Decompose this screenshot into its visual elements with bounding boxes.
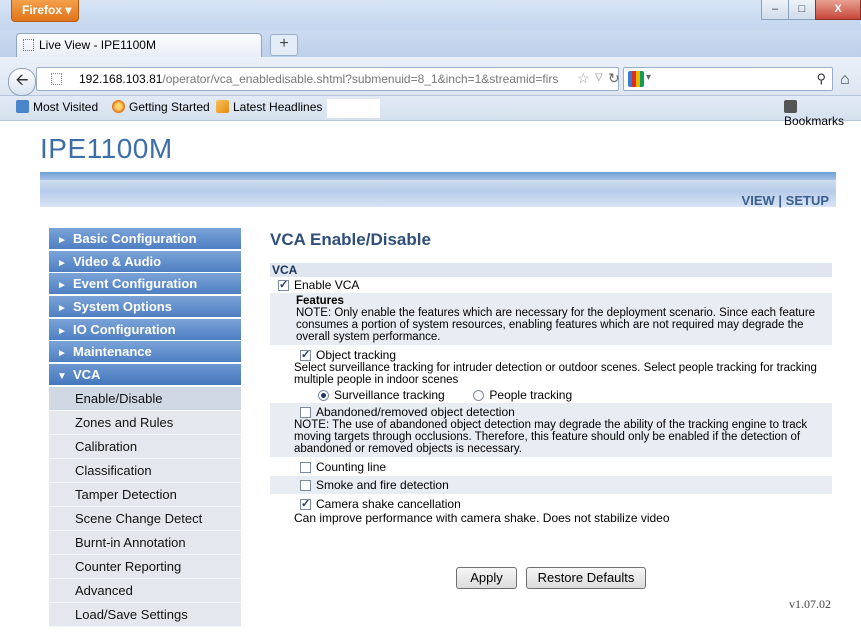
rss-feed-icon xyxy=(216,100,229,113)
submenu-enable-disable[interactable]: Enable/Disable xyxy=(49,386,241,411)
search-engine-icon[interactable] xyxy=(628,71,644,87)
firefox-icon xyxy=(112,100,125,113)
submenu-tamper-detection[interactable]: Tamper Detection xyxy=(49,482,241,507)
camera-shake-checkbox[interactable] xyxy=(300,497,311,510)
abandoned-object-checkbox[interactable] xyxy=(300,407,311,418)
url-history-dropdown-icon[interactable]: ▽ xyxy=(595,72,603,83)
enable-vca-label: Enable VCA xyxy=(294,278,360,292)
close-button[interactable]: X xyxy=(815,0,861,20)
submenu-load-save-settings[interactable]: Load/Save Settings xyxy=(49,602,241,627)
submenu-calibration[interactable]: Calibration xyxy=(49,434,241,459)
object-tracking-description: Select surveillance tracking for intrude… xyxy=(294,362,817,386)
submenu-advanced[interactable]: Advanced xyxy=(49,578,241,603)
search-bar[interactable]: ▾ ⚲ xyxy=(623,67,833,91)
header-band-highlight xyxy=(40,172,836,180)
submenu-counter-reporting[interactable]: Counter Reporting xyxy=(49,554,241,579)
enable-vca-checkbox[interactable] xyxy=(278,278,289,291)
abandoned-object-note: NOTE: The use of abandoned object detect… xyxy=(294,419,808,455)
url-text: 192.168.103.81/operator/vca_enabledisabl… xyxy=(79,72,559,86)
back-button[interactable]: 🡨 xyxy=(8,68,36,96)
counting-line-label: Counting line xyxy=(316,460,387,474)
features-block: Features NOTE: Only enable the features … xyxy=(270,293,832,345)
site-identity-icon[interactable] xyxy=(51,73,62,85)
apply-button[interactable]: Apply xyxy=(456,567,517,589)
smoke-fire-row: Smoke and fire detection xyxy=(270,476,832,494)
people-tracking-radio[interactable] xyxy=(473,390,485,401)
enable-vca-row: Enable VCA xyxy=(270,277,832,293)
bookmarks-toolbar: Most Visited Getting Started Latest Head… xyxy=(0,96,861,128)
new-tab-button[interactable]: + xyxy=(270,34,298,56)
smoke-fire-label: Smoke and fire detection xyxy=(316,478,449,492)
expand-arrow-icon: ► xyxy=(57,303,67,315)
expand-arrow-icon: ► xyxy=(57,325,67,337)
tab-strip: Live View - IPE1100M + xyxy=(0,30,861,57)
firefox-menu-button[interactable]: Firefox ▾ xyxy=(11,0,79,22)
submenu-scene-change-detect[interactable]: Scene Change Detect xyxy=(49,506,241,531)
menu-io-configuration[interactable]: ► IO Configuration xyxy=(49,318,241,340)
people-tracking-label: People tracking xyxy=(489,388,573,402)
bookmark-star-icon[interactable]: ☆ xyxy=(577,70,590,87)
menu-system-options[interactable]: ► System Options xyxy=(49,296,241,318)
menu-video-audio[interactable]: ► Video & Audio xyxy=(49,250,241,272)
camera-shake-row: Camera shake cancellation Can improve pe… xyxy=(270,494,832,526)
setup-link[interactable]: SETUP xyxy=(786,193,829,208)
address-bar[interactable]: 192.168.103.81/operator/vca_enabledisabl… xyxy=(36,67,620,91)
restore-defaults-button[interactable]: Restore Defaults xyxy=(526,567,646,589)
expand-arrow-icon: ► xyxy=(57,257,67,269)
bookmark-blank-field xyxy=(327,99,380,118)
page-title: IPE1100M xyxy=(40,133,173,164)
object-tracking-row: Object tracking Select surveillance trac… xyxy=(270,345,832,403)
tab-title: Live View - IPE1100M xyxy=(39,38,156,52)
view-link[interactable]: VIEW xyxy=(742,193,775,208)
collapse-arrow-icon: ▼ xyxy=(57,371,67,383)
features-label: Features xyxy=(296,295,344,307)
sidebar: ► Basic Configuration ► Video & Audio ► Eve… xyxy=(49,228,241,627)
reload-icon[interactable]: ↻ xyxy=(608,70,620,87)
camera-shake-description: Can improve performance with camera shak… xyxy=(294,511,670,525)
window-controls: – □ X xyxy=(761,0,861,22)
search-engine-dropdown-icon[interactable]: ▾ xyxy=(646,72,651,83)
browser-titlebar xyxy=(0,0,861,30)
abandoned-object-label: Abandoned/removed object detection xyxy=(316,405,515,419)
abandoned-object-row: Abandoned/removed object detection NOTE:… xyxy=(270,403,832,457)
menu-event-configuration[interactable]: ► Event Configuration xyxy=(49,273,241,295)
browser-tab[interactable]: Live View - IPE1100M xyxy=(16,33,262,57)
submenu-classification[interactable]: Classification xyxy=(49,458,241,483)
most-visited-icon xyxy=(16,100,29,113)
smoke-fire-checkbox[interactable] xyxy=(300,480,311,491)
home-icon[interactable]: ⌂ xyxy=(840,71,850,89)
submenu-burnt-in-annotation[interactable]: Burnt-in Annotation xyxy=(49,530,241,555)
bookmark-latest-headlines[interactable]: Latest Headlines xyxy=(216,100,322,114)
features-note: NOTE: Only enable the features which are… xyxy=(296,307,816,343)
bookmark-most-visited[interactable]: Most Visited xyxy=(16,100,98,114)
submenu-zones-and-rules[interactable]: Zones and Rules xyxy=(49,410,241,435)
expand-arrow-icon: ► xyxy=(57,348,67,360)
counting-line-checkbox[interactable] xyxy=(300,462,311,473)
camera-shake-label: Camera shake cancellation xyxy=(316,497,461,511)
menu-basic-configuration[interactable]: ► Basic Configuration xyxy=(49,228,241,249)
expand-arrow-icon: ► xyxy=(57,280,67,292)
minimize-button[interactable]: – xyxy=(761,0,789,20)
surveillance-tracking-label: Surveillance tracking xyxy=(334,388,445,402)
section-header: VCA xyxy=(270,263,832,277)
expand-arrow-icon: ► xyxy=(57,235,67,246)
bookmarks-menu-button[interactable]: Bookmarks xyxy=(784,100,861,128)
content-title: VCA Enable/Disable xyxy=(270,230,431,249)
menu-vca[interactable]: ▼ VCA xyxy=(49,364,241,386)
surveillance-tracking-radio[interactable] xyxy=(318,390,329,401)
firmware-version: v1.07.02 xyxy=(789,597,831,611)
bookmark-getting-started[interactable]: Getting Started xyxy=(112,100,210,114)
vca-form: VCA Enable VCA Features NOTE: Only enabl… xyxy=(270,263,832,526)
search-icon[interactable]: ⚲ xyxy=(816,71,826,87)
bookmarks-icon xyxy=(784,100,797,113)
object-tracking-checkbox[interactable] xyxy=(300,348,311,361)
nav-separator: | xyxy=(774,193,786,208)
object-tracking-label: Object tracking xyxy=(316,348,397,362)
counting-line-row: Counting line xyxy=(270,457,832,476)
tracking-mode-options: Surveillance tracking People tracking xyxy=(296,386,832,402)
maximize-button[interactable]: □ xyxy=(788,0,816,20)
menu-maintenance[interactable]: ► Maintenance xyxy=(49,341,241,363)
view-setup-nav: VIEW | SETUP xyxy=(742,193,829,208)
page-favicon-icon xyxy=(23,39,34,51)
